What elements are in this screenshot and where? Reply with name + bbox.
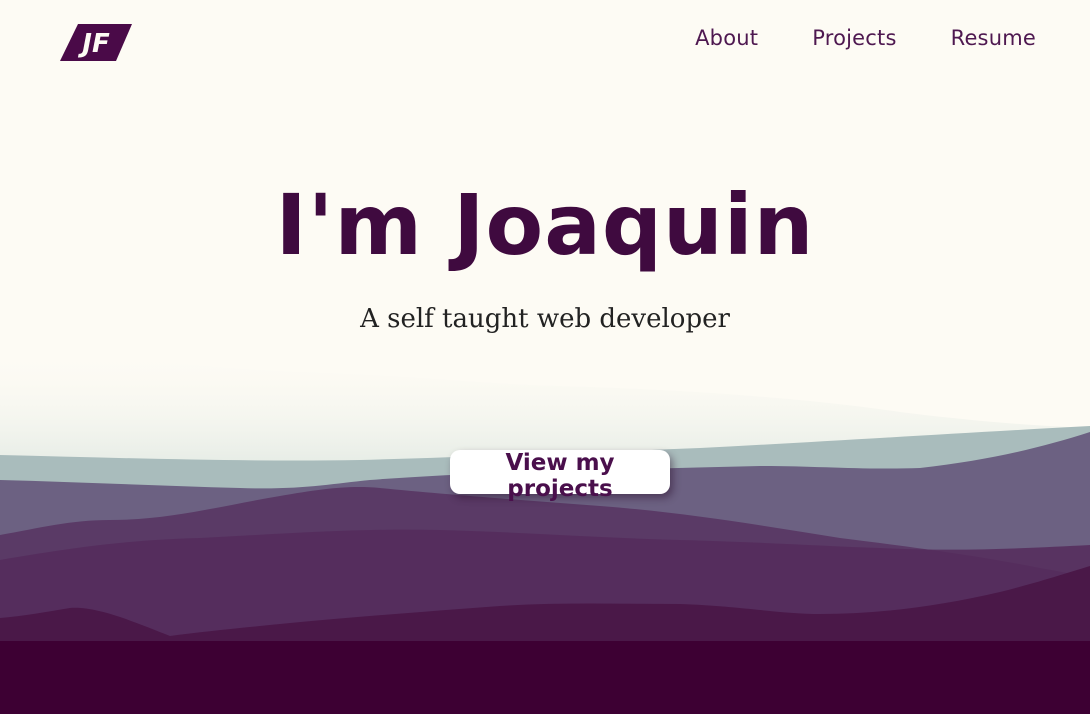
hero-title: I'm Joaquin <box>275 176 815 274</box>
logo-text: JF <box>77 29 110 59</box>
nav-link-about[interactable]: About <box>695 26 758 50</box>
nav-link-resume[interactable]: Resume <box>951 26 1036 50</box>
main-nav: About Projects Resume <box>695 26 1036 50</box>
view-projects-button[interactable]: View my projects <box>450 450 670 502</box>
logo[interactable]: JF <box>60 23 132 63</box>
nav-link-projects[interactable]: Projects <box>812 26 896 50</box>
jf-logo-icon: JF <box>60 24 132 61</box>
hero-subtitle: A self taught web developer <box>360 304 730 334</box>
site-header: JF About Projects Resume <box>0 0 1090 80</box>
mountain-landscape-background <box>0 350 1090 714</box>
